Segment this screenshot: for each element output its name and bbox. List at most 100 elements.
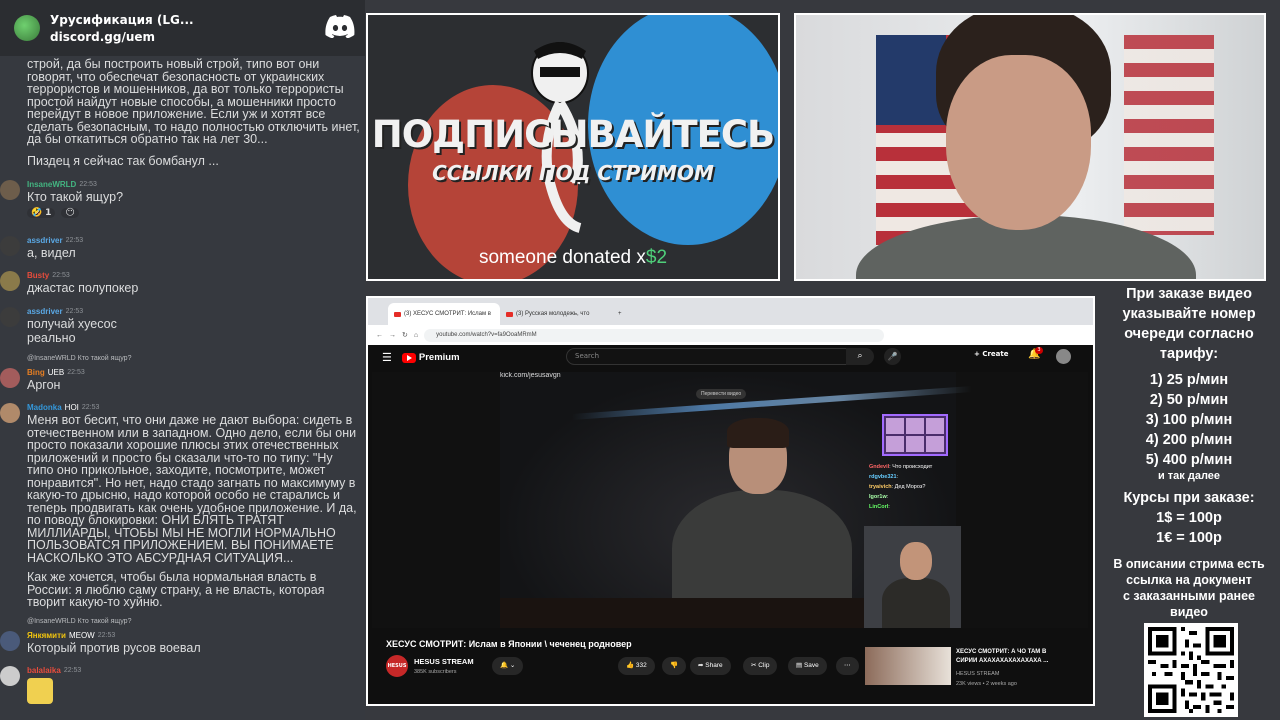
emote-image: [906, 436, 924, 452]
info-note: и так далее: [1157, 470, 1221, 482]
emote-image: [906, 418, 924, 434]
server-icon: [14, 15, 40, 41]
subscriber-count: 385K subscribers: [414, 669, 457, 675]
donation-alert: someone donated x$2: [478, 247, 668, 268]
avatar[interactable]: [0, 180, 20, 200]
avatar[interactable]: [0, 368, 20, 388]
recommended-channel[interactable]: HESUS STREAM: [956, 671, 999, 677]
chat-message-text: Пиздец я сейчас так бомбанул ...: [27, 154, 219, 168]
info-line: указывайте номер: [1122, 306, 1256, 322]
message-header: assdriver 22:53: [27, 307, 83, 316]
overlay-chat-line: rdgvbe321:: [869, 474, 899, 480]
tariff-item: 2) 50 р/мин: [1149, 392, 1229, 408]
back-icon[interactable]: ←: [376, 332, 383, 339]
dislike-button[interactable]: 👎: [662, 657, 687, 675]
video-person-hair: [727, 418, 789, 448]
message-header: assdriver 22:53: [27, 236, 83, 245]
channel-avatar[interactable]: HESUS: [386, 655, 408, 677]
translate-video-chip[interactable]: Перевести видео: [696, 389, 747, 399]
reaction[interactable]: 😶: [61, 208, 79, 218]
recommended-thumbnail[interactable]: [865, 647, 951, 685]
chat-message-text: Который против русов воевал: [27, 641, 201, 655]
avatar[interactable]: [0, 631, 20, 651]
create-button[interactable]: + Create: [974, 350, 1008, 358]
username[interactable]: Busty: [27, 271, 49, 280]
video-webcam-inset: [864, 526, 961, 628]
more-icon[interactable]: ⋯: [836, 657, 859, 675]
youtube-logo[interactable]: Premium: [401, 352, 460, 363]
home-icon[interactable]: ⌂: [414, 332, 418, 339]
username[interactable]: InsaneWRLD: [27, 180, 76, 189]
emote-image: [926, 418, 944, 434]
search-icon[interactable]: ⌕: [846, 348, 874, 365]
url-field[interactable]: youtube.com/watch?v=fa9OoaMRmM: [424, 328, 885, 342]
chat-message-text: а, видел: [27, 246, 76, 260]
chat-message-text: джастас полупокер: [27, 281, 139, 295]
forward-icon[interactable]: →: [389, 332, 396, 339]
username[interactable]: Madonka: [27, 403, 62, 412]
message-header: Busty 22:53: [27, 271, 70, 280]
discord-server-header[interactable]: Урусификация (LG... discord.gg/uem: [0, 0, 365, 56]
message-header: Madonka HOI 22:53: [27, 403, 99, 412]
share-button[interactable]: ➦ Share: [690, 657, 731, 675]
emote-image: [926, 436, 944, 452]
streamer-webcam: [794, 13, 1266, 281]
new-tab-button[interactable]: +: [612, 303, 630, 325]
username[interactable]: assdriver: [27, 307, 63, 316]
emote-image: [886, 436, 904, 452]
description-line: В описании стрима есть: [1113, 557, 1265, 571]
username[interactable]: Bing: [27, 368, 45, 377]
clip-button[interactable]: ✂ Clip: [743, 657, 778, 675]
overlay-chat-line: LinCorl:: [869, 504, 890, 510]
tab-bar: (3) ХЕСУС СМОТРИТ: Ислам в (3) Русская м…: [368, 298, 1093, 325]
subscribe-banner: ПОДПИСЫВАЙТЕСЬ ССЫЛКИ ПОД СТРИМОМ someon…: [366, 13, 780, 281]
reload-icon[interactable]: ↻: [402, 331, 408, 339]
timestamp: 22:53: [81, 404, 100, 411]
rate-usd: 1$ = 100р: [1156, 510, 1222, 526]
avatar[interactable]: [0, 666, 20, 686]
emote-overlay: [882, 414, 948, 456]
inset-person-body: [882, 578, 950, 628]
username[interactable]: Янкямити: [27, 631, 66, 640]
avatar[interactable]: [0, 307, 20, 327]
server-invite: discord.gg/uem: [50, 29, 156, 44]
timestamp: 22:53: [79, 181, 97, 188]
description-line: видео: [1170, 605, 1208, 619]
avatar[interactable]: [0, 403, 20, 423]
notification-bell-button[interactable]: 🔔 ⌄: [492, 657, 524, 675]
search-input[interactable]: Search: [566, 348, 856, 365]
recommended-title[interactable]: ХЕСУС СМОТРИТ: А ЧО ТАМ В СИРИИ АХАХАХАХ…: [956, 648, 1064, 666]
chat-panel: Урусификация (LG... discord.gg/uem строй…: [0, 0, 365, 720]
reply-reference[interactable]: @InsaneWRLD Кто такой ящур?: [27, 355, 131, 362]
avatar[interactable]: [0, 236, 20, 256]
tariff-item: 5) 400 р/мин: [1145, 452, 1233, 468]
account-avatar[interactable]: [1056, 349, 1071, 364]
browser-tab[interactable]: (3) ХЕСУС СМОТРИТ: Ислам в: [388, 303, 500, 325]
browser-tab[interactable]: (3) Русская молодежь, что: [500, 303, 612, 325]
menu-icon[interactable]: ☰: [382, 351, 392, 364]
save-button[interactable]: ▤ Save: [788, 657, 827, 675]
chat-message-text: Кто такой ящур?: [27, 190, 124, 204]
chat-message-text: реально: [27, 331, 76, 345]
like-button[interactable]: 👍 332: [618, 657, 655, 675]
channel-name[interactable]: HESUS STREAM: [414, 657, 474, 666]
address-bar-row: ← → ↻ ⌂ youtube.com/watch?v=fa9OoaMRmM: [368, 325, 1093, 345]
video-player[interactable]: kick.com/jesusavgn Перевести видео Gndev…: [372, 372, 1088, 628]
timestamp: 22:53: [65, 237, 84, 244]
timestamp: 22:53: [63, 667, 82, 674]
microphone-icon[interactable]: 🎤: [884, 348, 901, 365]
stream-chat-overlay: Gndevil: Что происходит rdgvbe321: tryai…: [869, 462, 961, 512]
user-badge: MEOW: [68, 631, 95, 640]
username[interactable]: balalaika: [27, 666, 61, 675]
reply-reference[interactable]: @InsaneWRLD Кто такой ящур?: [27, 618, 131, 625]
username[interactable]: assdriver: [27, 236, 63, 245]
reaction[interactable]: 🤣 1: [27, 208, 56, 218]
links-subheading: ССЫЛКИ ПОД СТРИМОМ: [432, 161, 714, 185]
info-line: очереди согласно: [1124, 326, 1254, 342]
discord-icon: [325, 15, 355, 38]
youtube-icon: [394, 311, 401, 317]
message-header: InsaneWRLD 22:53: [27, 180, 97, 189]
avatar[interactable]: [0, 271, 20, 291]
inset-person-head: [900, 542, 932, 580]
overlay-chat-line: Gndevil: Что происходит: [869, 464, 933, 470]
